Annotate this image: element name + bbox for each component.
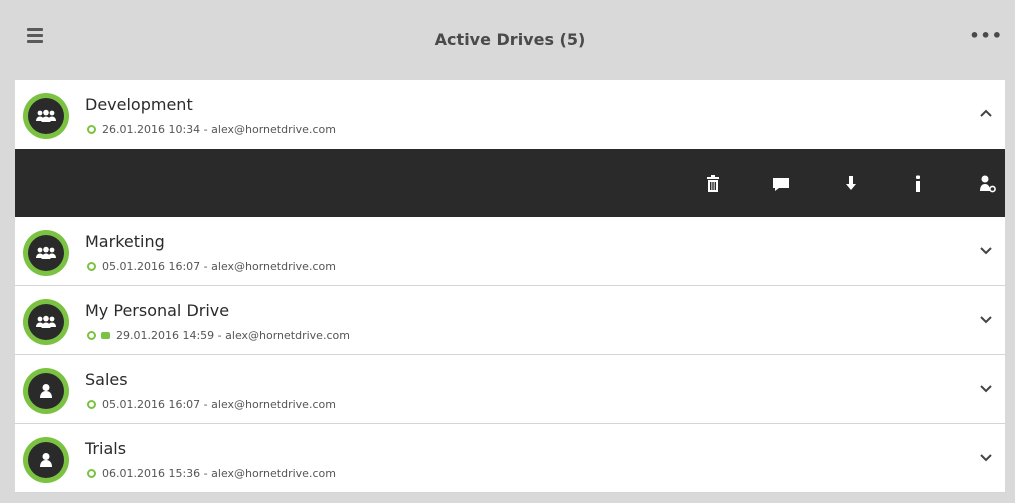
download-icon[interactable] — [841, 174, 861, 194]
user-icon — [23, 437, 69, 483]
group-icon — [23, 299, 69, 345]
drive-meta: 05.01.2016 16:07 - alex@hornetdrive.com — [87, 260, 336, 273]
chevron-down-icon[interactable] — [979, 312, 993, 326]
chevron-down-icon[interactable] — [979, 450, 993, 464]
drive-row-development[interactable]: Development 26.01.2016 10:34 - alex@horn… — [15, 80, 1005, 149]
drive-meta-text: 29.01.2016 14:59 - alex@hornetdrive.com — [116, 329, 350, 342]
status-online-icon — [87, 400, 96, 409]
drive-meta: 06.01.2016 15:36 - alex@hornetdrive.com — [87, 467, 336, 480]
drive-meta: 26.01.2016 10:34 - alex@hornetdrive.com — [87, 123, 336, 136]
drive-meta: 05.01.2016 16:07 - alex@hornetdrive.com — [87, 398, 336, 411]
drive-row-my-personal-drive[interactable]: My Personal Drive 29.01.2016 14:59 - ale… — [15, 286, 1005, 355]
drive-row-marketing[interactable]: Marketing 05.01.2016 16:07 - alex@hornet… — [15, 217, 1005, 286]
status-online-icon — [87, 125, 96, 134]
drive-name: Marketing — [85, 232, 165, 251]
status-online-icon — [87, 262, 96, 271]
trash-icon[interactable] — [703, 174, 723, 194]
chat-indicator-icon — [101, 332, 110, 339]
status-online-icon — [87, 469, 96, 478]
drive-meta-text: 05.01.2016 16:07 - alex@hornetdrive.com — [102, 398, 336, 411]
drive-name: Sales — [85, 370, 128, 389]
drive-name: Trials — [85, 439, 127, 458]
page-title: Active Drives (5) — [434, 30, 586, 49]
drive-meta-text: 05.01.2016 16:07 - alex@hornetdrive.com — [102, 260, 336, 273]
drive-name: Development — [85, 95, 193, 114]
drive-name: My Personal Drive — [85, 301, 230, 320]
app-window: Active Drives (5) ••• Development 26.01.… — [0, 0, 1015, 503]
chat-icon[interactable] — [771, 174, 791, 194]
user-settings-icon[interactable] — [977, 174, 997, 194]
drive-list: Development 26.01.2016 10:34 - alex@horn… — [15, 80, 1005, 493]
chevron-down-icon[interactable] — [979, 243, 993, 257]
drive-row-trials[interactable]: Trials 06.01.2016 15:36 - alex@hornetdri… — [15, 424, 1005, 493]
status-online-icon — [87, 331, 96, 340]
user-icon — [23, 368, 69, 414]
drive-meta: 29.01.2016 14:59 - alex@hornetdrive.com — [87, 329, 350, 342]
chevron-down-icon[interactable] — [979, 381, 993, 395]
chevron-up-icon[interactable] — [979, 106, 993, 120]
info-icon[interactable] — [908, 174, 928, 194]
group-icon — [23, 230, 69, 276]
drive-meta-text: 26.01.2016 10:34 - alex@hornetdrive.com — [102, 123, 336, 136]
drive-row-sales[interactable]: Sales 05.01.2016 16:07 - alex@hornetdriv… — [15, 355, 1005, 424]
drive-action-toolbar — [15, 149, 1005, 217]
drive-meta-text: 06.01.2016 15:36 - alex@hornetdrive.com — [102, 467, 336, 480]
group-icon — [23, 93, 69, 139]
more-options-icon[interactable]: ••• — [969, 28, 1003, 44]
header-bar: Active Drives (5) ••• — [15, 0, 1005, 80]
